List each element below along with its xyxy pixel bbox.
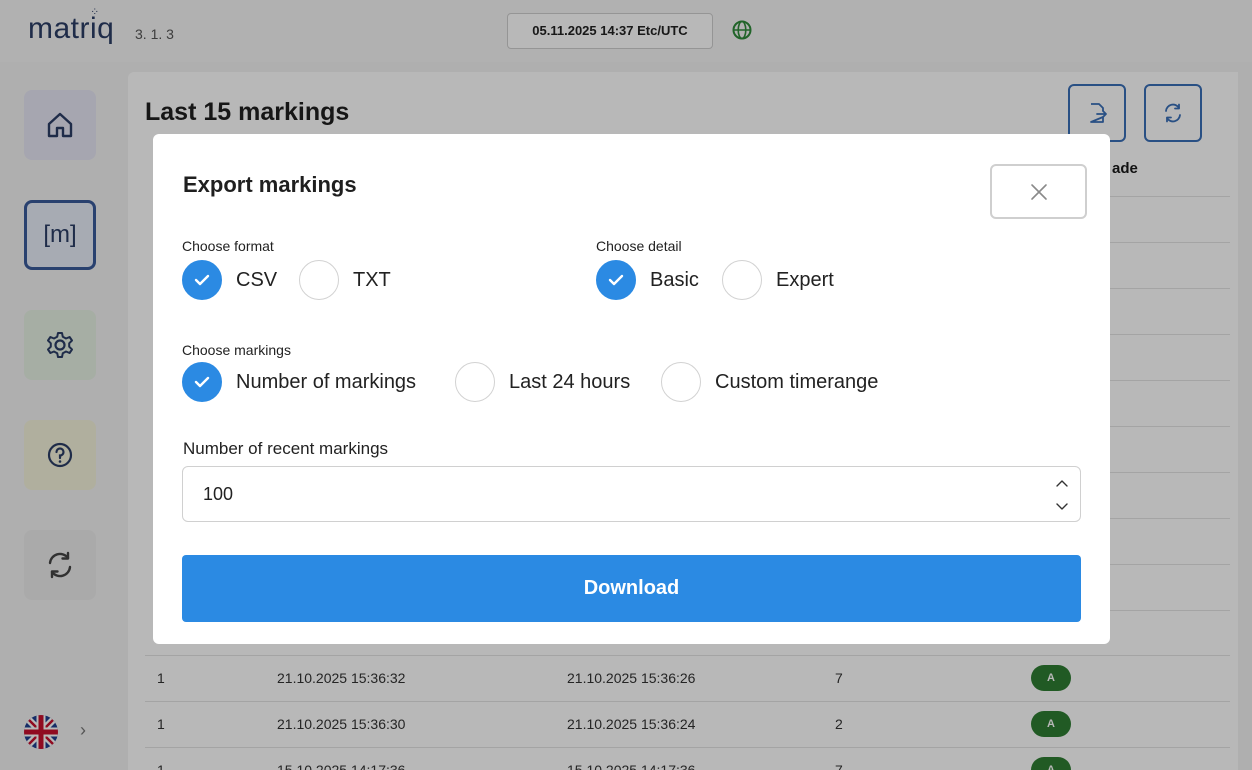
dialog-title: Export markings [183,172,357,197]
download-button[interactable]: Download [182,555,1081,622]
option-label: CSV [236,268,278,291]
option-label: TXT [353,268,391,291]
recent-markings-label: Number of recent markings [183,439,389,458]
radio-unchecked[interactable] [299,260,339,300]
stepper-up-button[interactable] [1054,473,1070,493]
format-option-csv[interactable]: CSV [182,260,295,300]
number-stepper[interactable] [1054,471,1070,517]
option-label: Expert [776,268,834,291]
option-label: Number of markings [236,370,417,393]
close-button[interactable] [990,164,1087,219]
option-label: Basic [650,268,699,291]
chevron-down-icon [1056,503,1068,510]
format-option-txt[interactable]: TXT [299,260,409,300]
radio-unchecked[interactable] [661,362,701,402]
detail-label: Choose detail [596,238,682,254]
markings-option-last24[interactable]: Last 24 hours [455,362,648,402]
check-icon [194,376,210,388]
stepper-down-button[interactable] [1054,497,1070,517]
close-icon [1030,183,1047,200]
detail-option-expert[interactable]: Expert [722,260,852,300]
markings-option-custom[interactable]: Custom timerange [661,362,896,402]
input-value: 100 [203,484,234,504]
check-icon [608,274,624,286]
format-label: Choose format [182,238,274,254]
radio-checked[interactable] [596,260,636,300]
radio-unchecked[interactable] [722,260,762,300]
export-markings-dialog: Export markings Choose format CSV TXT Ch… [153,134,1110,644]
option-label: Last 24 hours [509,370,631,393]
radio-checked[interactable] [182,362,222,402]
markings-option-number[interactable]: Number of markings [182,362,434,402]
check-icon [194,274,210,286]
markings-label: Choose markings [182,342,291,358]
chevron-up-icon [1056,480,1068,487]
option-label: Custom timerange [715,370,879,393]
radio-checked[interactable] [182,260,222,300]
radio-unchecked[interactable] [455,362,495,402]
recent-markings-input[interactable]: 100 [182,466,1081,522]
detail-option-basic[interactable]: Basic [596,260,717,300]
